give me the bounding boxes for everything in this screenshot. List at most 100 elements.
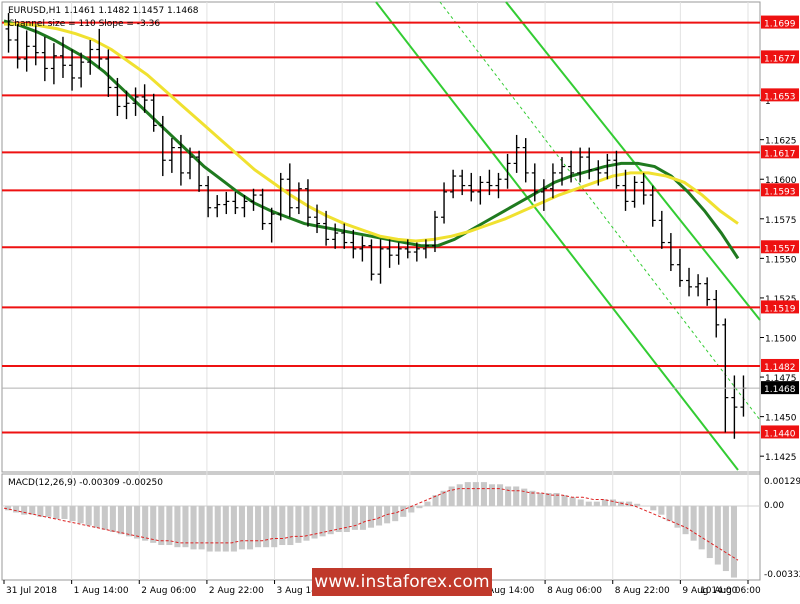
macd-histogram-bar (295, 505, 302, 543)
price-tick-label: 1.1425 (765, 453, 797, 463)
macd-histogram-bar (230, 505, 237, 552)
macd-label: MACD(12,26,9) -0.00309 -0.00250 (8, 478, 163, 488)
macd-histogram-bar (400, 505, 407, 517)
macd-histogram-bar (21, 505, 28, 515)
macd-histogram-bar (77, 505, 84, 524)
chart-symbol-header: EURUSD,H1 1.1461 1.1482 1.1457 1.1468 (8, 6, 199, 16)
watermark-logo: www.instaforex.com (312, 568, 492, 596)
macd-histogram-bar (690, 505, 697, 541)
macd-histogram-bar (263, 505, 270, 548)
macd-histogram-bar (125, 505, 133, 537)
price-tick-label: 1.1550 (765, 255, 797, 265)
macd-histogram-bar (279, 505, 286, 546)
macd-histogram-bar (37, 505, 44, 517)
time-tick-label: 2 Aug 06:00 (141, 586, 196, 596)
macd-histogram-bar (480, 482, 487, 506)
macd-histogram-bar (45, 505, 52, 517)
macd-histogram-bar (642, 505, 649, 507)
macd-histogram-bar (416, 505, 423, 509)
macd-histogram-bar (488, 484, 496, 506)
macd-histogram-bar (569, 497, 576, 506)
macd-histogram-bar (101, 505, 108, 530)
macd-histogram-bar (456, 484, 463, 506)
macd-histogram-bar (698, 505, 705, 550)
time-tick-label: 2 Aug 22:00 (209, 586, 264, 596)
macd-histogram-bar (593, 501, 600, 506)
level-label-text: 1.1617 (764, 149, 796, 159)
macd-histogram-bar (730, 505, 737, 578)
macd-histogram-bar (327, 505, 334, 535)
macd-histogram-bar (150, 505, 157, 543)
macd-histogram-bar (505, 486, 512, 506)
macd-histogram-bar (537, 492, 544, 506)
macd-histogram-bar (93, 505, 100, 528)
macd-histogram-bar (682, 505, 689, 535)
macd-histogram-bar (359, 505, 366, 530)
level-label-text: 1.1593 (764, 187, 796, 197)
level-label-text: 1.1519 (764, 304, 796, 314)
macd-bottom-label: -0.00332 (764, 570, 800, 580)
macd-histogram-bar (109, 505, 116, 533)
level-label-text: 1.1557 (764, 244, 796, 254)
macd-histogram-bar (287, 505, 294, 546)
time-tick-label: 1 Aug 14:00 (74, 586, 129, 596)
level-label-text: 1.1677 (764, 54, 796, 64)
macd-histogram-bar (166, 505, 173, 546)
macd-histogram-bar (271, 505, 278, 548)
macd-histogram-bar (634, 503, 641, 506)
macd-histogram-bar (666, 505, 673, 522)
price-chart[interactable]: 1.14251.14501.14751.15001.15251.15501.15… (0, 0, 800, 600)
macd-histogram-bar (722, 505, 729, 572)
level-label-text: 1.1699 (764, 20, 796, 30)
macd-histogram-bar (214, 505, 221, 552)
macd-histogram-bar (658, 505, 665, 515)
macd-zero-label: 0.00 (764, 501, 784, 511)
macd-histogram-bar (367, 505, 375, 528)
macd-top-label: 0.00129 (764, 477, 800, 487)
macd-histogram-bar (238, 505, 245, 550)
macd-histogram-bar (158, 505, 165, 546)
macd-histogram-bar (182, 505, 189, 548)
macd-histogram-bar (408, 505, 415, 513)
macd-histogram-bar (424, 501, 431, 506)
price-tick-label: 1.1575 (765, 216, 797, 226)
macd-histogram-bar (706, 505, 713, 559)
macd-histogram-bar (585, 501, 592, 506)
level-label-text: 1.1482 (764, 363, 796, 373)
macd-histogram-bar (61, 505, 68, 519)
macd-histogram-bar (85, 505, 92, 526)
macd-histogram-bar (609, 499, 617, 506)
macd-histogram-bar (142, 505, 149, 541)
price-tick-label: 1.1500 (765, 334, 797, 344)
macd-histogram-bar (577, 499, 584, 506)
macd-histogram-bar (464, 482, 471, 506)
macd-histogram-bar (472, 482, 479, 506)
eurusd-chart-window: 1.1425 1.1450 1.1475 1.1500 1.1525 1.1550 1.15… (0, 0, 800, 600)
macd-histogram-bar (13, 505, 20, 513)
time-tick-label: 10 Aug 06:00 (700, 586, 761, 596)
macd-histogram-bar (246, 505, 254, 550)
level-label-text: 1.1653 (764, 92, 796, 102)
macd-histogram-bar (117, 505, 124, 535)
macd-histogram-bar (69, 505, 76, 522)
macd-histogram-bar (714, 505, 721, 565)
current-price-label: 1.1468 (764, 385, 796, 395)
level-label-text: 1.1440 (764, 429, 796, 439)
macd-histogram-bar (513, 486, 520, 506)
channel-info-text: Channel size = 110 Slope = -3.36 (8, 19, 160, 29)
macd-histogram-bar (53, 505, 60, 519)
time-tick-label: 8 Aug 06:00 (547, 586, 602, 596)
macd-histogram-bar (376, 505, 383, 526)
macd-histogram-bar (174, 505, 181, 548)
macd-histogram-bar (561, 495, 568, 506)
price-tick-label: 1.1625 (765, 137, 797, 147)
macd-histogram-bar (497, 484, 504, 506)
macd-histogram-bar (351, 505, 358, 530)
macd-histogram-bar (650, 505, 657, 511)
time-tick-label: 8 Aug 22:00 (615, 586, 670, 596)
macd-histogram-bar (206, 505, 213, 552)
macd-histogram-bar (222, 505, 229, 552)
price-tick-label: 1.1450 (765, 414, 797, 424)
time-tick-label: 31 Jul 2018 (6, 586, 57, 596)
macd-histogram-bar (134, 505, 141, 539)
